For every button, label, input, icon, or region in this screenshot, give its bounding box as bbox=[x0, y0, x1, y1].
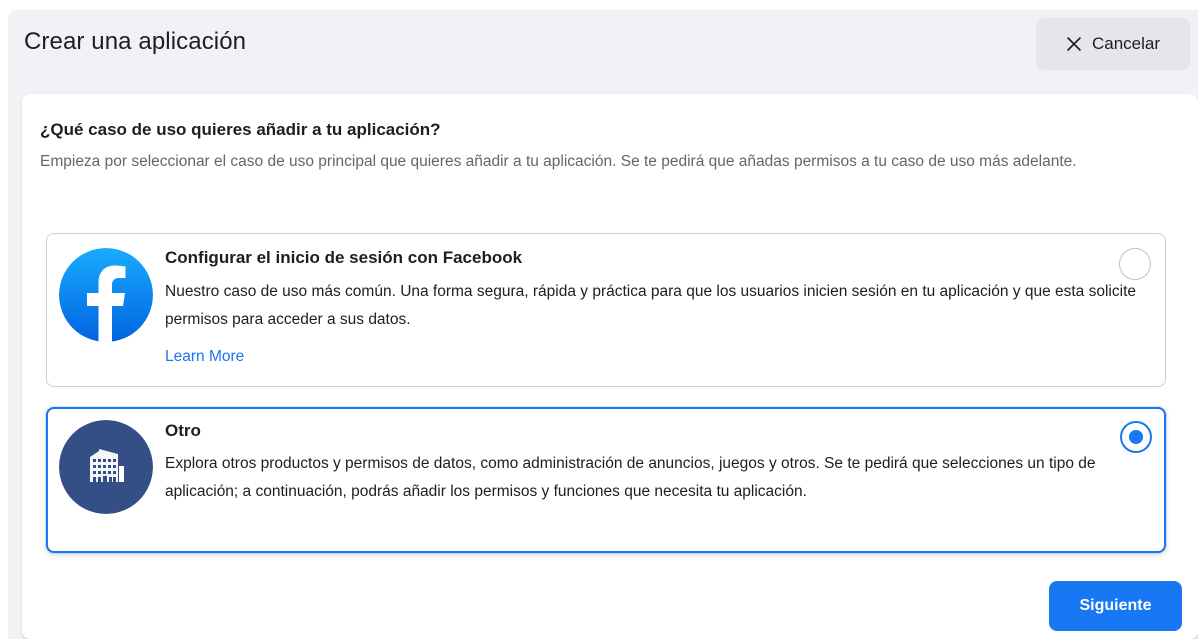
option-title: Configurar el inicio de sesión con Faceb… bbox=[165, 248, 523, 267]
facebook-logo-icon bbox=[59, 248, 153, 342]
building-icon bbox=[59, 420, 153, 514]
question-title: ¿Qué caso de uso quieres añadir a tu apl… bbox=[40, 120, 441, 139]
use-case-card: ¿Qué caso de uso quieres añadir a tu apl… bbox=[22, 94, 1198, 639]
option-description: Explora otros productos y permisos de da… bbox=[165, 455, 1096, 500]
option-description: Nuestro caso de uso más común. Una forma… bbox=[165, 283, 1136, 328]
option-facebook-login[interactable]: Configurar el inicio de sesión con Faceb… bbox=[46, 233, 1166, 387]
cancel-button[interactable]: Cancelar bbox=[1036, 18, 1190, 70]
option-other[interactable]: Otro Explora otros productos y permisos … bbox=[46, 407, 1166, 553]
option-title: Otro bbox=[165, 421, 201, 440]
radio-other[interactable] bbox=[1120, 421, 1152, 453]
learn-more-link[interactable]: Learn More bbox=[165, 348, 244, 366]
close-icon bbox=[1067, 37, 1081, 51]
page-title: Crear una aplicación bbox=[24, 28, 247, 55]
next-button[interactable]: Siguiente bbox=[1049, 581, 1182, 631]
create-app-dialog: Crear una aplicación Cancelar ¿Qué caso … bbox=[8, 10, 1198, 639]
radio-facebook-login[interactable] bbox=[1119, 248, 1151, 280]
question-description: Empieza por seleccionar el caso de uso p… bbox=[40, 153, 1077, 170]
cancel-label: Cancelar bbox=[1091, 34, 1161, 53]
